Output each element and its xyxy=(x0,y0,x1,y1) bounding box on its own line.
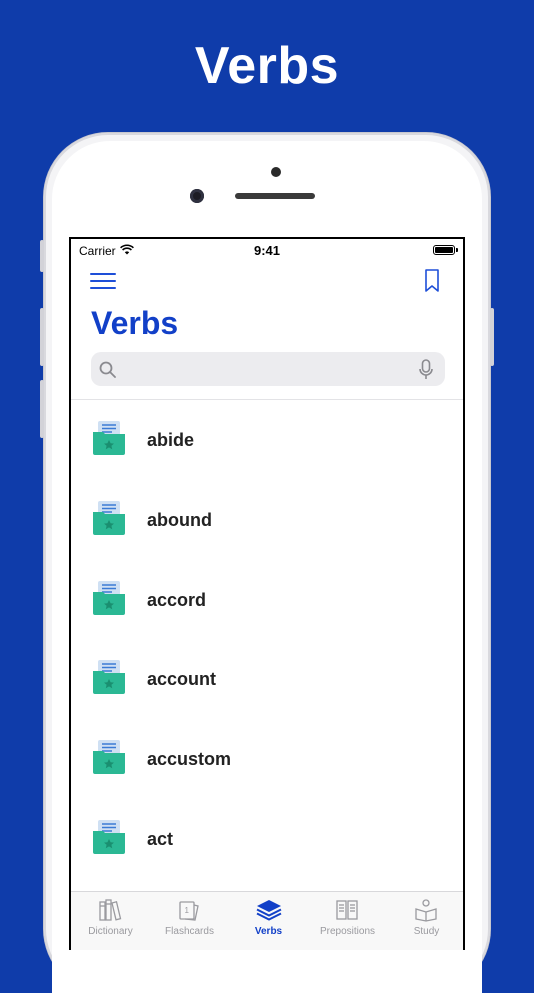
header-divider xyxy=(71,399,463,400)
tab-dictionary[interactable]: Dictionary xyxy=(71,892,150,942)
hero-title: Verbs xyxy=(194,37,340,95)
tab-flashcards[interactable]: 1 Flashcards xyxy=(150,892,229,942)
status-time: 9:41 xyxy=(253,243,281,258)
front-camera xyxy=(190,189,204,203)
hamburger-icon xyxy=(90,273,116,275)
volume-up-button xyxy=(40,308,44,366)
battery-icon xyxy=(433,245,458,255)
app-screen: Carrier 9:41 Verbs abide abound accord a… xyxy=(69,237,465,950)
list-item-label: account xyxy=(147,669,217,690)
hamburger-icon-line xyxy=(90,280,116,282)
tab-label: Verbs xyxy=(254,926,283,937)
verb-list: abide abound accord account accustom act xyxy=(71,401,463,880)
bookmark-button[interactable] xyxy=(425,269,439,293)
tab-label: Flashcards xyxy=(165,926,214,937)
list-item[interactable]: accustom xyxy=(71,720,463,800)
status-bar: Carrier 9:41 xyxy=(71,239,463,263)
search-input[interactable] xyxy=(123,352,407,388)
menu-button[interactable] xyxy=(90,271,116,291)
list-item-label: act xyxy=(147,828,174,849)
tab-study[interactable]: Study xyxy=(387,892,463,942)
folder-icon xyxy=(92,500,126,541)
list-item[interactable]: abound xyxy=(71,481,463,561)
search-bar[interactable] xyxy=(91,352,445,388)
tab-label: Prepositions xyxy=(319,926,376,937)
books-icon xyxy=(98,898,122,927)
book-open-icon xyxy=(335,898,359,927)
hamburger-icon-line xyxy=(90,287,116,289)
tab-prepositions[interactable]: Prepositions xyxy=(308,892,387,942)
list-item-label: abide xyxy=(147,430,195,450)
tab-verbs[interactable]: Verbs xyxy=(229,892,308,942)
list-item-label: abound xyxy=(147,509,212,530)
volume-down-button xyxy=(40,380,44,438)
search-icon xyxy=(99,361,116,378)
layers-icon xyxy=(256,898,282,927)
folder-icon xyxy=(92,739,126,780)
tab-bar: Dictionary 1 Flashcards Verbs Preposition… xyxy=(71,891,463,950)
page-title: Verbs xyxy=(91,305,179,341)
earpiece-speaker xyxy=(235,193,315,199)
list-item[interactable]: accord xyxy=(71,561,463,641)
list-item[interactable]: account xyxy=(71,640,463,720)
folder-icon xyxy=(92,580,126,621)
mute-switch xyxy=(40,240,44,272)
list-item-label: accord xyxy=(147,589,207,610)
reader-icon xyxy=(414,898,438,927)
bookmark-icon xyxy=(425,269,439,292)
proximity-sensor xyxy=(271,167,281,177)
folder-icon xyxy=(92,420,126,461)
power-button xyxy=(490,308,494,366)
tab-label: Study xyxy=(413,926,440,937)
tab-label: Dictionary xyxy=(88,926,133,937)
svg-text:1: 1 xyxy=(185,906,190,915)
microphone-icon[interactable] xyxy=(419,359,433,381)
flashcards-icon: 1 xyxy=(177,898,201,927)
folder-icon xyxy=(92,819,126,860)
list-item[interactable]: act xyxy=(71,800,463,880)
folder-icon xyxy=(92,659,126,700)
list-item-label: accustom xyxy=(147,749,232,770)
list-item[interactable]: abide xyxy=(71,401,463,481)
